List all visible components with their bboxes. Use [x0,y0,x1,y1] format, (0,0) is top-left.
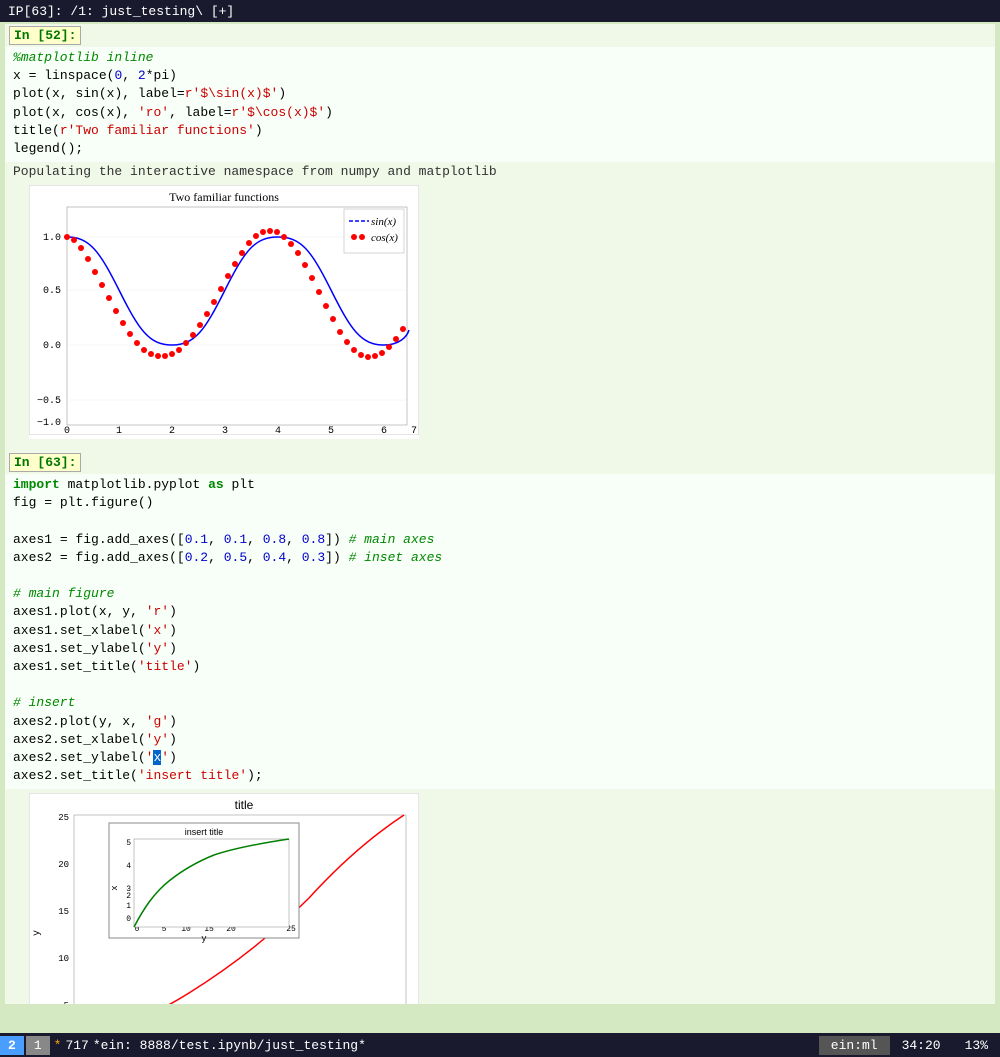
c63-line-4: axes1 = fig.add_axes([0.1, 0.1, 0.8, 0.8… [13,531,987,549]
cell-63-code: import matplotlib.pyplot as plt fig = pl… [5,474,995,789]
svg-text:0.0: 0.0 [43,341,61,352]
svg-text:1: 1 [126,902,131,911]
chart-1-container: Two familiar functions 1.0 0.5 0.0 −0.5 … [29,185,419,439]
code-line-4: plot(x, cos(x), 'ro', label=r'$\cos(x)$'… [13,104,987,122]
title-text: IP[63]: /1: just_testing\ [+] [8,4,234,19]
status-mode: ein:ml [819,1036,890,1055]
svg-text:10: 10 [58,954,69,964]
svg-text:15: 15 [58,907,69,917]
cell-52: In [52]: [5,24,995,47]
chart-2-container: title 25 20 15 10 5 0 0 1 2 3 4 5 y x [29,793,419,1004]
cell-52-code: %matplotlib inline x = linspace(0, 2*pi)… [5,47,995,162]
svg-text:4: 4 [126,862,131,871]
svg-text:0: 0 [64,426,70,435]
c63-line-7: # main figure [13,585,987,603]
svg-text:y: y [201,934,207,944]
svg-text:0: 0 [126,915,131,924]
svg-text:25: 25 [58,813,69,823]
svg-text:2: 2 [126,892,131,901]
c63-line-2: fig = plt.figure() [13,494,987,512]
svg-text:sin(x): sin(x) [371,216,396,228]
svg-text:Two familiar functions: Two familiar functions [169,190,279,204]
svg-text:5: 5 [64,1001,69,1004]
svg-text:5: 5 [328,426,334,435]
status-cell-num1: 2 [0,1036,24,1055]
status-line-count: 717 [65,1038,88,1053]
cell-63-label: In [63]: [9,453,81,472]
c63-line-10: axes1.set_ylabel('y') [13,640,987,658]
code-line-2: x = linspace(0, 2*pi) [13,67,987,85]
c63-line-1: import matplotlib.pyplot as plt [13,476,987,494]
c63-line-16: axes2.set_ylabel('x') [13,749,987,767]
svg-text:−1.0: −1.0 [37,418,61,429]
code-line-5: title(r'Two familiar functions') [13,122,987,140]
c63-line-13: # insert [13,694,987,712]
c63-line-8: axes1.plot(x, y, 'r') [13,603,987,621]
svg-text:title: title [235,798,254,812]
code-line-6: legend(); [13,140,987,158]
c63-line-15: axes2.set_xlabel('y') [13,731,987,749]
status-position: 34:20 [890,1036,953,1055]
status-bar: 2 1 * 717 *ein: 8888/test.ipynb/just_tes… [0,1033,1000,1057]
svg-text:insert title: insert title [185,827,224,837]
status-filename: *ein: 8888/test.ipynb/just_testing* [93,1038,366,1053]
svg-text:5: 5 [126,839,131,848]
svg-text:4: 4 [275,426,281,435]
notebook: In [52]: %matplotlib inline x = linspace… [5,24,995,1004]
chart-2-svg: title 25 20 15 10 5 0 0 1 2 3 4 5 y x [29,793,419,1004]
c63-line-6 [13,567,987,585]
status-bar-right: ein:ml 34:20 13% [819,1036,1000,1055]
c63-line-11: axes1.set_title('title') [13,658,987,676]
c63-line-3 [13,513,987,531]
c63-line-14: axes2.plot(y, x, 'g') [13,713,987,731]
status-cell-num2: 1 [26,1036,50,1055]
cell-52-label: In [52]: [9,26,81,45]
status-modified: * [54,1038,62,1053]
title-bar: IP[63]: /1: just_testing\ [+] [0,0,1000,22]
c63-line-17: axes2.set_title('insert title'); [13,767,987,785]
svg-text:1.0: 1.0 [43,233,61,244]
svg-text:2: 2 [169,426,175,435]
c63-line-5: axes2 = fig.add_axes([0.2, 0.5, 0.4, 0.3… [13,549,987,567]
svg-text:0.5: 0.5 [43,286,61,297]
svg-text:6: 6 [381,426,387,435]
svg-text:1: 1 [116,426,122,435]
cell-52-output-text: Populating the interactive namespace ein… [5,162,995,181]
c63-line-12 [13,676,987,694]
chart-1-svg: Two familiar functions 1.0 0.5 0.0 −0.5 … [29,185,419,435]
output-namespace-text: Populating the interactive namespace ein… [13,164,497,179]
code-line-1: %matplotlib inline [13,49,987,67]
svg-text:−0.5: −0.5 [37,396,61,407]
cell-63: In [63]: [5,451,995,474]
svg-text:7: 7 [411,426,417,435]
status-percent: 13% [953,1036,1000,1055]
svg-text:x: x [110,886,120,891]
svg-text:3: 3 [222,426,228,435]
svg-text:20: 20 [58,860,69,870]
svg-text:y: y [32,930,43,936]
code-line-3: plot(x, sin(x), label=r'$\sin(x)$') [13,85,987,103]
c63-line-9: axes1.set_xlabel('x') [13,622,987,640]
svg-text:cos(x): cos(x) [371,232,398,244]
